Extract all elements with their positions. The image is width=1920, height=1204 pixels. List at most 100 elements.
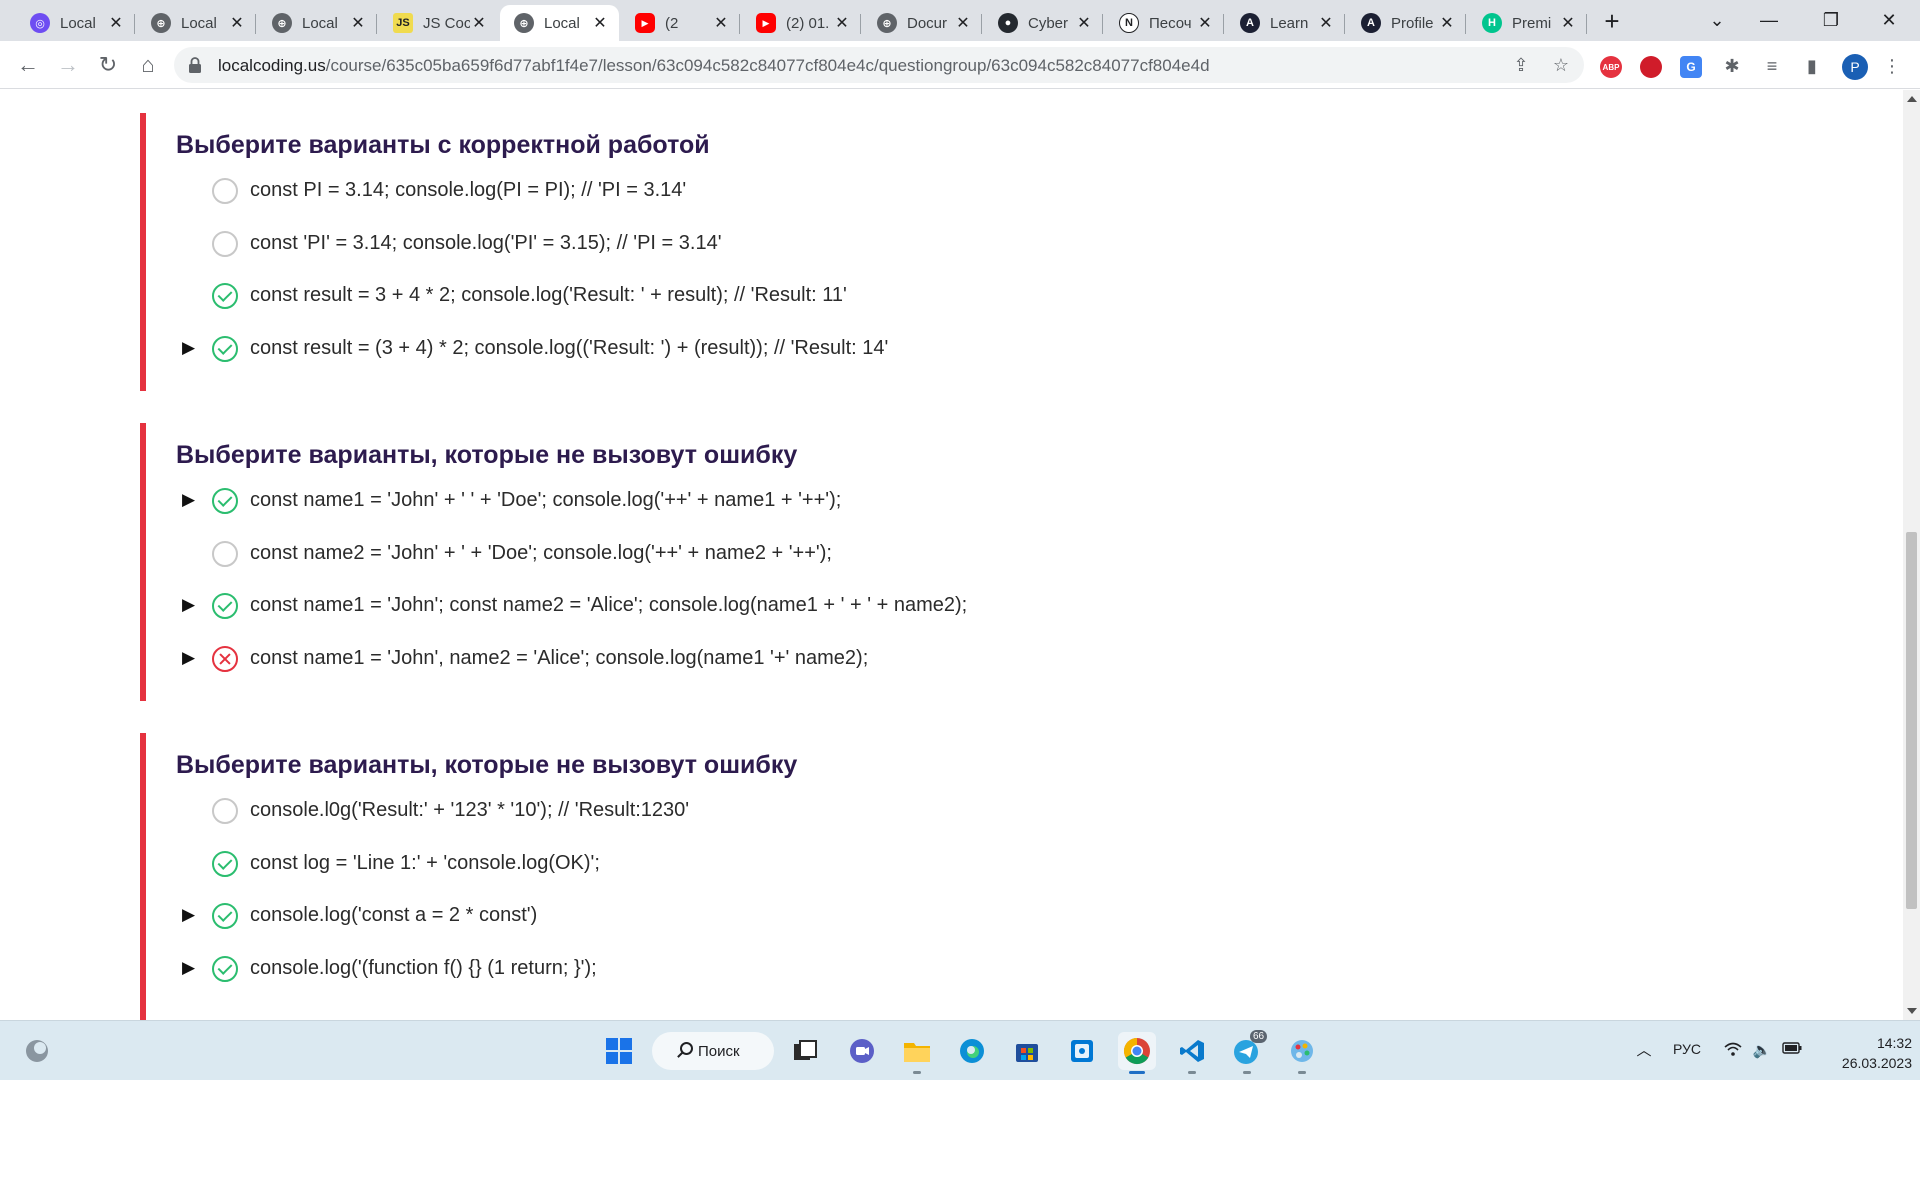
back-arrow-icon[interactable]: ← [12, 49, 44, 81]
tab-close-icon[interactable]: ✕ [1196, 14, 1214, 32]
home-icon[interactable]: ⌂ [132, 49, 164, 81]
tab-close-icon[interactable]: ✕ [1075, 14, 1093, 32]
translate-icon[interactable]: G [1680, 56, 1702, 78]
answer-option[interactable]: ▶ const name1 = 'John', name2 = 'Alice'; … [146, 643, 1746, 675]
tab-close-icon[interactable]: ✕ [591, 14, 609, 32]
check-circle-icon[interactable] [212, 903, 238, 929]
chrome-icon[interactable] [1118, 1032, 1156, 1074]
windows-start-icon[interactable] [600, 1032, 638, 1070]
check-circle-icon[interactable] [212, 283, 238, 309]
paint-icon[interactable] [1283, 1032, 1321, 1074]
tab-close-icon[interactable]: ✕ [228, 14, 246, 32]
tab-close-icon[interactable]: ✕ [833, 14, 851, 32]
browser-tab[interactable]: ⊕ Local ✕ [500, 5, 619, 41]
answer-option[interactable]: ▶ console.log('(function f() {} (1 return… [146, 953, 1746, 985]
radio-circle-icon[interactable] [212, 541, 238, 567]
wifi-icon[interactable] [1723, 1041, 1743, 1061]
task-view-icon[interactable] [786, 1032, 824, 1070]
scroll-up-arrow-icon[interactable] [1907, 96, 1917, 102]
volume-icon[interactable]: 🔈 [1752, 1041, 1772, 1061]
page-scrollbar[interactable] [1903, 90, 1920, 1020]
extensions-puzzle-icon[interactable]: ✱ [1720, 54, 1744, 78]
check-circle-icon[interactable] [212, 336, 238, 362]
microsoft-store-icon[interactable] [1008, 1032, 1046, 1070]
radio-circle-icon[interactable] [212, 798, 238, 824]
forward-arrow-icon[interactable]: → [52, 49, 84, 81]
check-circle-icon[interactable] [212, 851, 238, 877]
vscode-icon[interactable] [1173, 1032, 1211, 1074]
radio-circle-icon[interactable] [212, 231, 238, 257]
expand-triangle-icon[interactable]: ▶ [182, 490, 195, 510]
share-icon[interactable]: ⇪ [1510, 54, 1532, 76]
expand-triangle-icon[interactable]: ▶ [182, 595, 195, 615]
tab-close-icon[interactable]: ✕ [470, 14, 488, 32]
tab-close-icon[interactable]: ✕ [1317, 14, 1335, 32]
answer-option[interactable]: const log = 'Line 1:' + 'console.log(OK)… [146, 848, 1746, 880]
system-clock[interactable]: 14:32 26.03.2023 [1812, 1033, 1912, 1073]
browser-tab[interactable]: A Profile ✕ [1347, 5, 1466, 41]
expand-triangle-icon[interactable]: ▶ [182, 958, 195, 978]
chevron-up-icon[interactable]: ︿ [1634, 1041, 1654, 1061]
check-circle-icon[interactable] [212, 593, 238, 619]
bookmark-star-icon[interactable]: ☆ [1550, 54, 1572, 76]
answer-option[interactable]: ▶ const result = (3 + 4) * 2; console.log… [146, 333, 1746, 365]
tab-close-icon[interactable]: ✕ [1559, 14, 1577, 32]
adblock-icon[interactable]: ABP [1600, 56, 1622, 78]
media-control-icon[interactable]: ≡ [1760, 54, 1784, 78]
browser-tab[interactable]: ● Cyber ✕ [984, 5, 1103, 41]
browser-tab[interactable]: H Premi ✕ [1468, 5, 1587, 41]
widgets-icon[interactable] [18, 1032, 56, 1070]
tab-close-icon[interactable]: ✕ [1438, 14, 1456, 32]
browser-tab[interactable]: JS JS Coc ✕ [379, 5, 498, 41]
new-tab-button[interactable]: + [1598, 8, 1626, 36]
lock-icon[interactable] [188, 57, 202, 73]
tab-close-icon[interactable]: ✕ [954, 14, 972, 32]
opera-addon-icon[interactable] [1640, 56, 1662, 78]
edge-icon[interactable] [953, 1032, 991, 1070]
check-circle-icon[interactable] [212, 488, 238, 514]
reload-icon[interactable]: ↻ [92, 49, 124, 81]
radio-circle-icon[interactable] [212, 178, 238, 204]
tab-close-icon[interactable]: ✕ [107, 14, 125, 32]
answer-option[interactable]: console.l0g('Result:' + '123' * '10'); /… [146, 795, 1746, 827]
browser-tab[interactable]: ▶ (2) 01. ✕ [742, 5, 861, 41]
scrollbar-thumb[interactable] [1906, 532, 1917, 909]
side-panel-icon[interactable]: ▮ [1800, 54, 1824, 78]
tab-close-icon[interactable]: ✕ [349, 14, 367, 32]
tab-close-icon[interactable]: ✕ [712, 14, 730, 32]
browser-tab[interactable]: A Learn ✕ [1226, 5, 1345, 41]
check-circle-icon[interactable] [212, 956, 238, 982]
x-circle-icon[interactable] [212, 646, 238, 672]
restore-button[interactable]: ❐ [1808, 4, 1854, 36]
minimize-button[interactable]: — [1746, 4, 1792, 36]
browser-tab[interactable]: ⊕ Docur ✕ [863, 5, 982, 41]
answer-option[interactable]: ▶ console.log('const a = 2 * const') [146, 900, 1746, 932]
scroll-down-arrow-icon[interactable] [1907, 1008, 1917, 1014]
browser-tab[interactable]: ⊕ Local ✕ [258, 5, 377, 41]
browser-tab[interactable]: ◎ Local ✕ [16, 5, 135, 41]
telegram-icon[interactable]: 66 [1228, 1030, 1268, 1074]
answer-option[interactable]: const PI = 3.14; console.log(PI = PI); /… [146, 175, 1746, 207]
browser-tab[interactable]: ▶ (2 ✕ [621, 5, 740, 41]
answer-option[interactable]: const 'PI' = 3.14; console.log('PI' = 3.… [146, 228, 1746, 260]
language-indicator[interactable]: РУС [1673, 1041, 1701, 1057]
photos-app-icon[interactable] [1063, 1032, 1101, 1070]
answer-option[interactable]: const result = 3 + 4 * 2; console.log('R… [146, 280, 1746, 312]
window-close-button[interactable]: ✕ [1866, 4, 1912, 36]
answer-option[interactable]: ▶ const name1 = 'John'; const name2 = 'Al… [146, 590, 1746, 622]
taskbar-search[interactable]: Поиск [652, 1032, 774, 1070]
expand-triangle-icon[interactable]: ▶ [182, 905, 195, 925]
battery-icon[interactable] [1782, 1041, 1802, 1061]
browser-tab[interactable]: N Песоч ✕ [1105, 5, 1224, 41]
address-bar[interactable]: localcoding.us/course/635c05ba659f6d77ab… [174, 47, 1584, 83]
teams-chat-icon[interactable] [843, 1032, 881, 1070]
expand-triangle-icon[interactable]: ▶ [182, 648, 195, 668]
menu-kebab-icon[interactable]: ⋮ [1880, 54, 1904, 78]
expand-triangle-icon[interactable]: ▶ [182, 338, 195, 358]
profile-avatar[interactable]: P [1842, 54, 1868, 80]
answer-option[interactable]: ▶ const name1 = 'John' + ' ' + 'Doe'; con… [146, 485, 1746, 517]
answer-option[interactable]: const name2 = 'John' + ' + 'Doe'; consol… [146, 538, 1746, 570]
file-explorer-icon[interactable] [898, 1032, 936, 1074]
tab-search-icon[interactable]: ⌄ [1694, 4, 1740, 36]
browser-tab[interactable]: ⊕ Local ✕ [137, 5, 256, 41]
